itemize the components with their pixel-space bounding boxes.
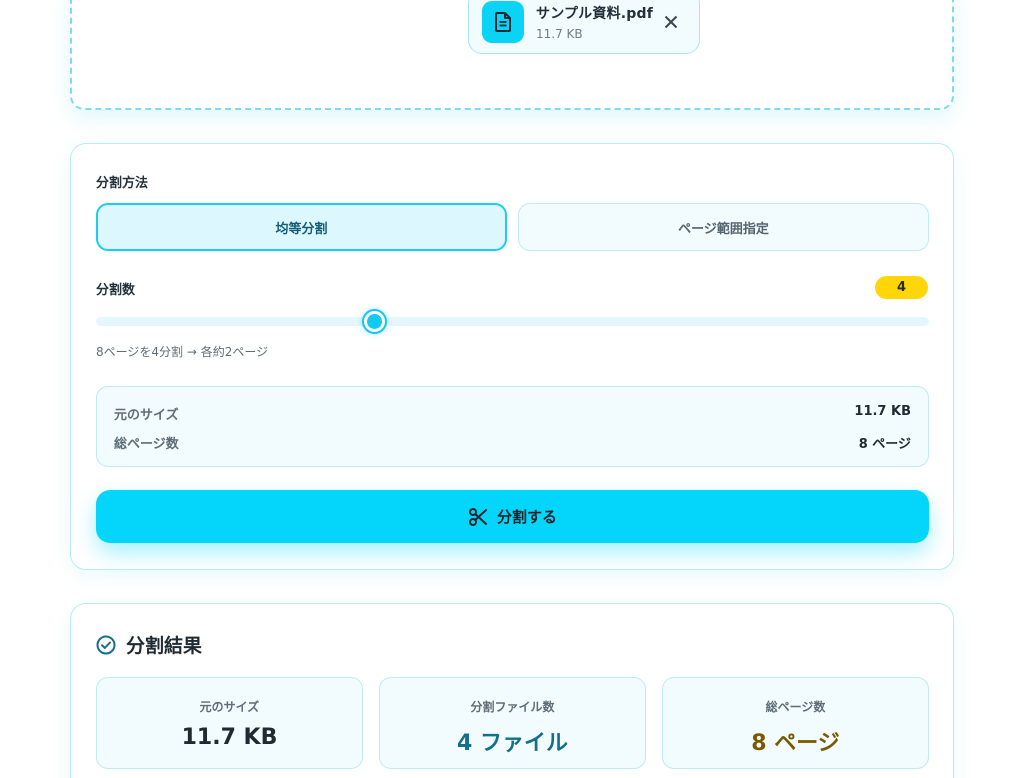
info-value: 8 ページ [858, 437, 911, 452]
file-drop-zone[interactable]: サンプル資料.pdf 11.7 KB [70, 0, 954, 110]
uploaded-file-chip: サンプル資料.pdf 11.7 KB [468, 0, 700, 54]
info-label: 総ページ数 [114, 437, 179, 452]
document-icon [482, 1, 524, 43]
stat-total-pages: 総ページ数 8 ページ [662, 677, 929, 769]
stat-label: 分割ファイル数 [470, 700, 555, 714]
split-count-label: 分割数 [96, 283, 136, 298]
file-size: 11.7 KB [536, 27, 583, 41]
method-page-range-button[interactable]: ページ範囲指定 [518, 203, 929, 251]
stat-value: 11.7 KB [181, 725, 278, 750]
stat-label: 総ページ数 [765, 700, 826, 714]
pdf-split-page: サンプル資料.pdf 11.7 KB 分割方法 均等分割 ページ範囲指定 分割数… [0, 0, 1024, 778]
stat-value: 4 ファイル [457, 731, 568, 756]
file-name: サンプル資料.pdf [536, 6, 654, 22]
method-even-split-button[interactable]: 均等分割 [96, 203, 507, 251]
stat-label: 元のサイズ [199, 700, 260, 714]
split-button-label: 分割する [496, 508, 557, 526]
remove-file-button[interactable] [657, 8, 685, 36]
info-value: 11.7 KB [854, 404, 911, 419]
split-settings-card: 分割方法 均等分割 ページ範囲指定 分割数 4 8ページを4分割 → 各約2ペー… [70, 143, 954, 570]
stat-value: 8 ページ [751, 731, 840, 756]
stat-split-file-count: 分割ファイル数 4 ファイル [379, 677, 646, 769]
info-row-original-size: 元のサイズ 11.7 KB [114, 404, 911, 423]
split-count-slider[interactable] [96, 309, 929, 334]
split-summary-note: 8ページを4分割 → 各約2ページ [96, 345, 269, 359]
stat-original-size: 元のサイズ 11.7 KB [96, 677, 363, 769]
info-label: 元のサイズ [114, 408, 179, 423]
file-info-box: 元のサイズ 11.7 KB 総ページ数 8 ページ [96, 386, 929, 467]
results-header: 分割結果 [96, 631, 202, 658]
split-method-label: 分割方法 [96, 176, 149, 191]
close-icon [664, 15, 678, 29]
slider-thumb[interactable] [361, 309, 387, 334]
info-row-total-pages: 総ページ数 8 ページ [114, 433, 911, 452]
split-button[interactable]: 分割する [96, 490, 929, 543]
scissors-icon [468, 507, 487, 526]
file-meta: サンプル資料.pdf 11.7 KB [536, 3, 657, 41]
split-count-badge: 4 [875, 276, 928, 299]
split-results-card: 分割結果 元のサイズ 11.7 KB 分割ファイル数 4 ファイル 総ページ数 … [70, 603, 954, 778]
results-title: 分割結果 [126, 635, 203, 657]
check-circle-icon [96, 635, 116, 654]
